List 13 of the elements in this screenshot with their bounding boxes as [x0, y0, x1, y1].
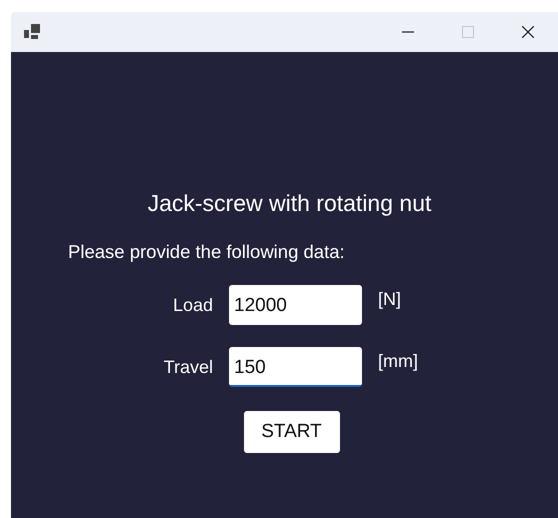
input-field[interactable]: 12000	[229, 285, 362, 325]
minimize-icon	[402, 31, 414, 33]
prompt-text: Please provide the following data:	[68, 241, 345, 263]
heading: Jack-screw with rotating nut	[148, 190, 432, 217]
field-label: Load	[172, 294, 213, 316]
maximize-icon	[462, 26, 474, 38]
input-field[interactable]: 150	[229, 347, 362, 387]
start-button[interactable]: START	[244, 411, 340, 453]
close-icon	[522, 26, 534, 38]
unit-label: [N]	[378, 288, 402, 310]
field-label: Travel	[162, 356, 213, 378]
app-icon	[24, 24, 42, 40]
unit-label: [mm]	[378, 350, 419, 372]
